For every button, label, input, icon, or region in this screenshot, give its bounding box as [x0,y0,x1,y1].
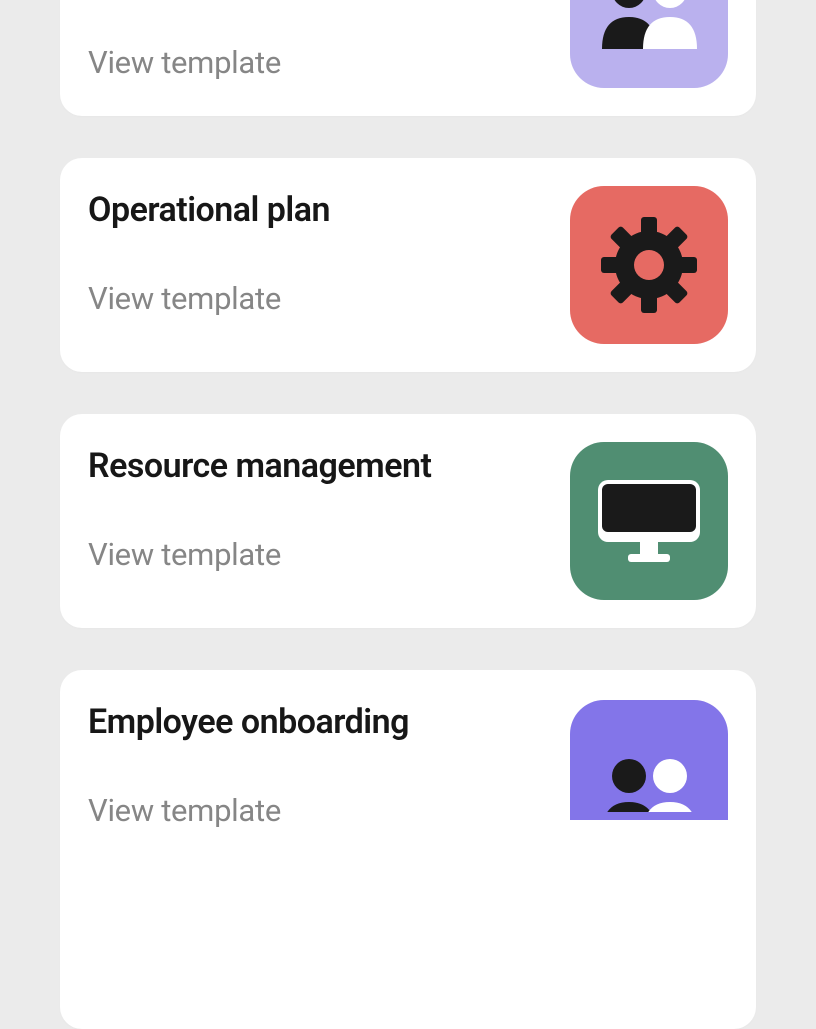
template-card[interactable]: Operational plan View template [60,158,756,372]
monitor-icon [594,476,704,566]
view-template-link[interactable]: View template [88,280,570,317]
view-template-link[interactable]: View template [88,792,570,829]
card-text: Employee onboarding View template [88,698,570,829]
card-title: Employee onboarding [88,702,570,742]
template-card[interactable]: Employee onboarding View template [60,670,756,1029]
people-icon [594,752,704,812]
card-icon-tile [570,442,728,600]
view-template-link[interactable]: View template [88,44,570,81]
people-icon [594,0,704,51]
template-card[interactable]: View template [60,0,756,116]
card-text: Resource management View template [88,442,570,573]
template-card-list: View template Operational plan View temp… [0,0,816,1029]
card-icon-tile [570,700,728,820]
gear-icon [599,215,699,315]
card-title: Resource management [88,446,570,486]
card-title: Operational plan [88,190,570,230]
card-icon-tile [570,186,728,344]
card-icon-tile [570,0,728,88]
template-card[interactable]: Resource management View template [60,414,756,628]
card-text: View template [88,0,570,81]
card-text: Operational plan View template [88,186,570,317]
view-template-link[interactable]: View template [88,536,570,573]
